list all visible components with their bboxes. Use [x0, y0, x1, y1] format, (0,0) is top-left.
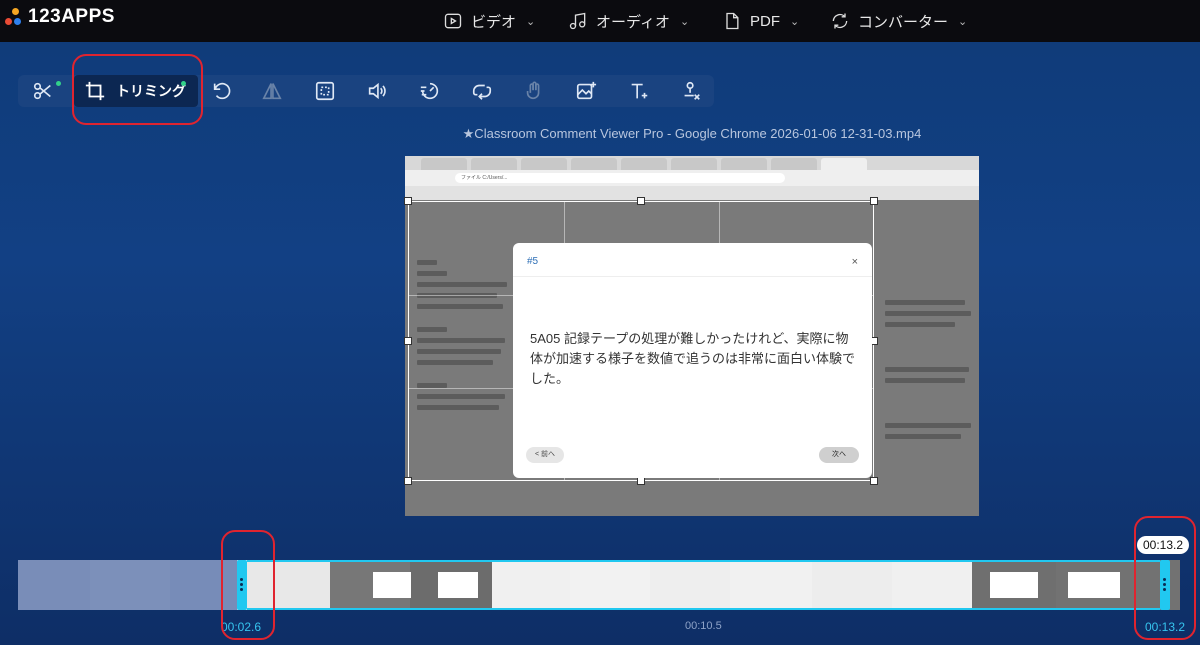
remove-logo-icon [684, 81, 700, 100]
crop-handle-top[interactable] [637, 197, 645, 205]
document-icon [726, 12, 739, 30]
music-note-icon [569, 12, 586, 30]
nav-video[interactable]: ビデオ ⌄ [443, 0, 535, 42]
mid-time: 00:10.5 [685, 620, 722, 632]
selection-border-top [247, 560, 1160, 562]
logo[interactable]: 123APPS [4, 6, 115, 28]
logo-dots-icon [4, 6, 24, 28]
top-nav-bar: 123APPS ビデオ ⌄ オーディオ ⌄ PDF ⌄ コンバーター ⌄ [0, 0, 1200, 42]
selection-border-bottom [247, 608, 1160, 610]
crop-handle-bottom[interactable] [637, 477, 645, 485]
scissors-icon [33, 82, 51, 100]
nav-converter-label: コンバーター [858, 13, 949, 31]
nav-converter[interactable]: コンバーター ⌄ [830, 0, 967, 42]
nav-pdf[interactable]: PDF ⌄ [722, 0, 799, 42]
resize-tool[interactable] [308, 75, 342, 107]
add-text-tool[interactable] [622, 75, 656, 107]
chevron-down-icon: ⌄ [958, 15, 968, 28]
next-button: 次へ [819, 447, 859, 463]
volume-tool[interactable] [360, 75, 394, 107]
crop-handle-bottom-left[interactable] [404, 477, 412, 485]
remove-logo-tool[interactable] [674, 75, 708, 107]
video-filename: ★Classroom Comment Viewer Pro - Google C… [462, 126, 922, 141]
chevron-down-icon: ⌄ [679, 15, 690, 28]
chevron-down-icon: ⌄ [790, 15, 800, 28]
rotate-icon [213, 82, 231, 100]
browser-address-row: ファイル C:/Users/... [405, 170, 979, 186]
loop-tool[interactable] [465, 75, 499, 107]
highlight-end-handle [1134, 516, 1196, 640]
highlight-start-handle [221, 530, 275, 640]
browser-bookmarks-bar [405, 186, 979, 200]
modal-divider [513, 276, 872, 277]
prev-button: < 前へ [526, 447, 564, 463]
video-icon [444, 13, 462, 29]
stabilize-icon [526, 81, 540, 100]
browser-tab-strip [405, 156, 979, 170]
browser-address-bar: ファイル C:/Users/... [455, 173, 785, 183]
speed-tool[interactable] [413, 75, 447, 107]
crop-handle-bottom-right[interactable] [870, 477, 878, 485]
cut-tool[interactable] [26, 75, 60, 107]
add-image-tool[interactable] [569, 75, 603, 107]
speed-icon [420, 82, 439, 100]
comment-number: #5 [527, 256, 539, 267]
crop-handle-top-left[interactable] [404, 197, 412, 205]
close-icon: × [851, 256, 858, 268]
convert-icon [832, 13, 848, 29]
add-text-icon [631, 83, 648, 99]
highlight-trim-tool [72, 54, 203, 125]
flip-icon [262, 83, 282, 100]
nav-audio[interactable]: オーディオ ⌄ [568, 0, 689, 42]
timeline-trimmed-start [18, 560, 237, 610]
active-dot [56, 81, 61, 86]
crop-handle-left[interactable] [404, 337, 412, 345]
add-image-icon [576, 81, 597, 100]
nav-pdf-label: PDF [750, 12, 780, 30]
rotate-tool[interactable] [205, 75, 239, 107]
resize-icon [315, 81, 335, 101]
crop-handle-top-right[interactable] [870, 197, 878, 205]
logo-text: 123APPS [28, 6, 115, 27]
nav-audio-label: オーディオ [596, 13, 670, 31]
chevron-down-icon: ⌄ [526, 15, 536, 28]
nav-video-label: ビデオ [471, 13, 517, 31]
stabilize-tool[interactable] [517, 75, 551, 107]
flip-tool[interactable] [255, 75, 289, 107]
comment-modal: #5 × 5A05 記録テープの処理が難しかったけれど、実際に物体が加速する様子… [513, 243, 872, 478]
comment-text: 5A05 記録テープの処理が難しかったけれど、実際に物体が加速する様子を数値で追… [530, 331, 856, 386]
loop-icon [472, 84, 492, 100]
volume-icon [368, 82, 386, 100]
